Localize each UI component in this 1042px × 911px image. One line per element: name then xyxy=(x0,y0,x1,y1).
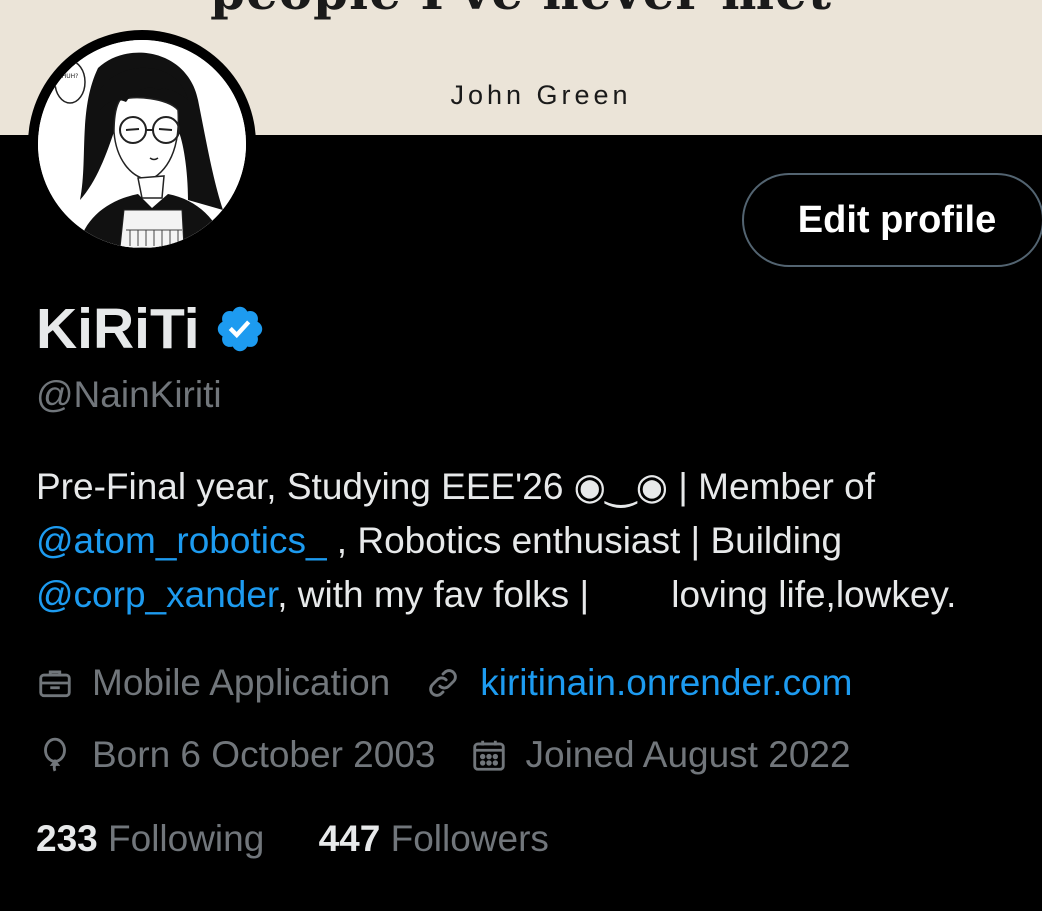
mention-link-atom-robotics[interactable]: @atom_robotics_ xyxy=(36,520,327,561)
followers-count: 447 xyxy=(318,818,381,859)
profile-meta-row-2: Born 6 October 2003 Joined August 2022 xyxy=(36,734,851,776)
avatar-image: HUH? xyxy=(38,40,246,248)
bio-text: , with my fav folks | loving life,lowkey… xyxy=(277,574,957,615)
birthday-item: Born 6 October 2003 xyxy=(36,734,436,776)
link-icon xyxy=(429,669,457,697)
banner-quote: people I've never met xyxy=(0,0,1042,21)
bio-text: , Robotics enthusiast | Building xyxy=(326,520,843,561)
briefcase-icon xyxy=(39,670,71,698)
verified-badge-icon[interactable] xyxy=(214,303,266,355)
bio-line: @atom_robotics_ , Robotics enthusiast | … xyxy=(36,514,1042,568)
followers-label: Followers xyxy=(390,818,549,859)
calendar-icon xyxy=(472,740,505,771)
joined-label: Joined August 2022 xyxy=(525,734,851,775)
balloon-icon xyxy=(44,737,66,772)
following-count: 233 xyxy=(36,818,98,859)
user-handle: @NainKiriti xyxy=(36,374,222,415)
mention-link-corp-xander[interactable]: @corp_xander xyxy=(36,574,277,615)
website-item[interactable]: kiritinain.onrender.com xyxy=(424,662,853,704)
category-label: Mobile Application xyxy=(92,662,391,703)
profile-bio: Pre-Final year, Studying EEE'26 ◉‿◉ | Me… xyxy=(36,460,1042,622)
display-name: KiRiTi xyxy=(36,297,200,361)
name-row: KiRiTi xyxy=(36,294,266,364)
followers-link[interactable]: 447 Followers xyxy=(319,818,549,859)
bio-line: Pre-Final year, Studying EEE'26 ◉‿◉ | Me… xyxy=(36,460,1042,514)
following-label: Following xyxy=(108,818,265,859)
category-item: Mobile Application xyxy=(36,662,390,704)
edit-profile-button[interactable]: Edit profile xyxy=(742,173,1042,267)
birthday-label: Born 6 October 2003 xyxy=(92,734,436,775)
following-link[interactable]: 233 Following xyxy=(36,818,275,859)
website-link[interactable]: kiritinain.onrender.com xyxy=(480,662,852,704)
bio-text: Pre-Final year, Studying EEE'26 ◉‿◉ | Me… xyxy=(36,466,875,507)
joined-item: Joined August 2022 xyxy=(470,734,851,776)
profile-meta-row-1: Mobile Application kiritinain.onrender.c… xyxy=(36,662,853,704)
follow-stats: 233 Following 447 Followers xyxy=(36,818,549,860)
bio-line: @corp_xander, with my fav folks | loving… xyxy=(36,568,1042,622)
avatar[interactable]: HUH? xyxy=(28,30,256,258)
avatar-speech-text: HUH? xyxy=(62,73,79,80)
